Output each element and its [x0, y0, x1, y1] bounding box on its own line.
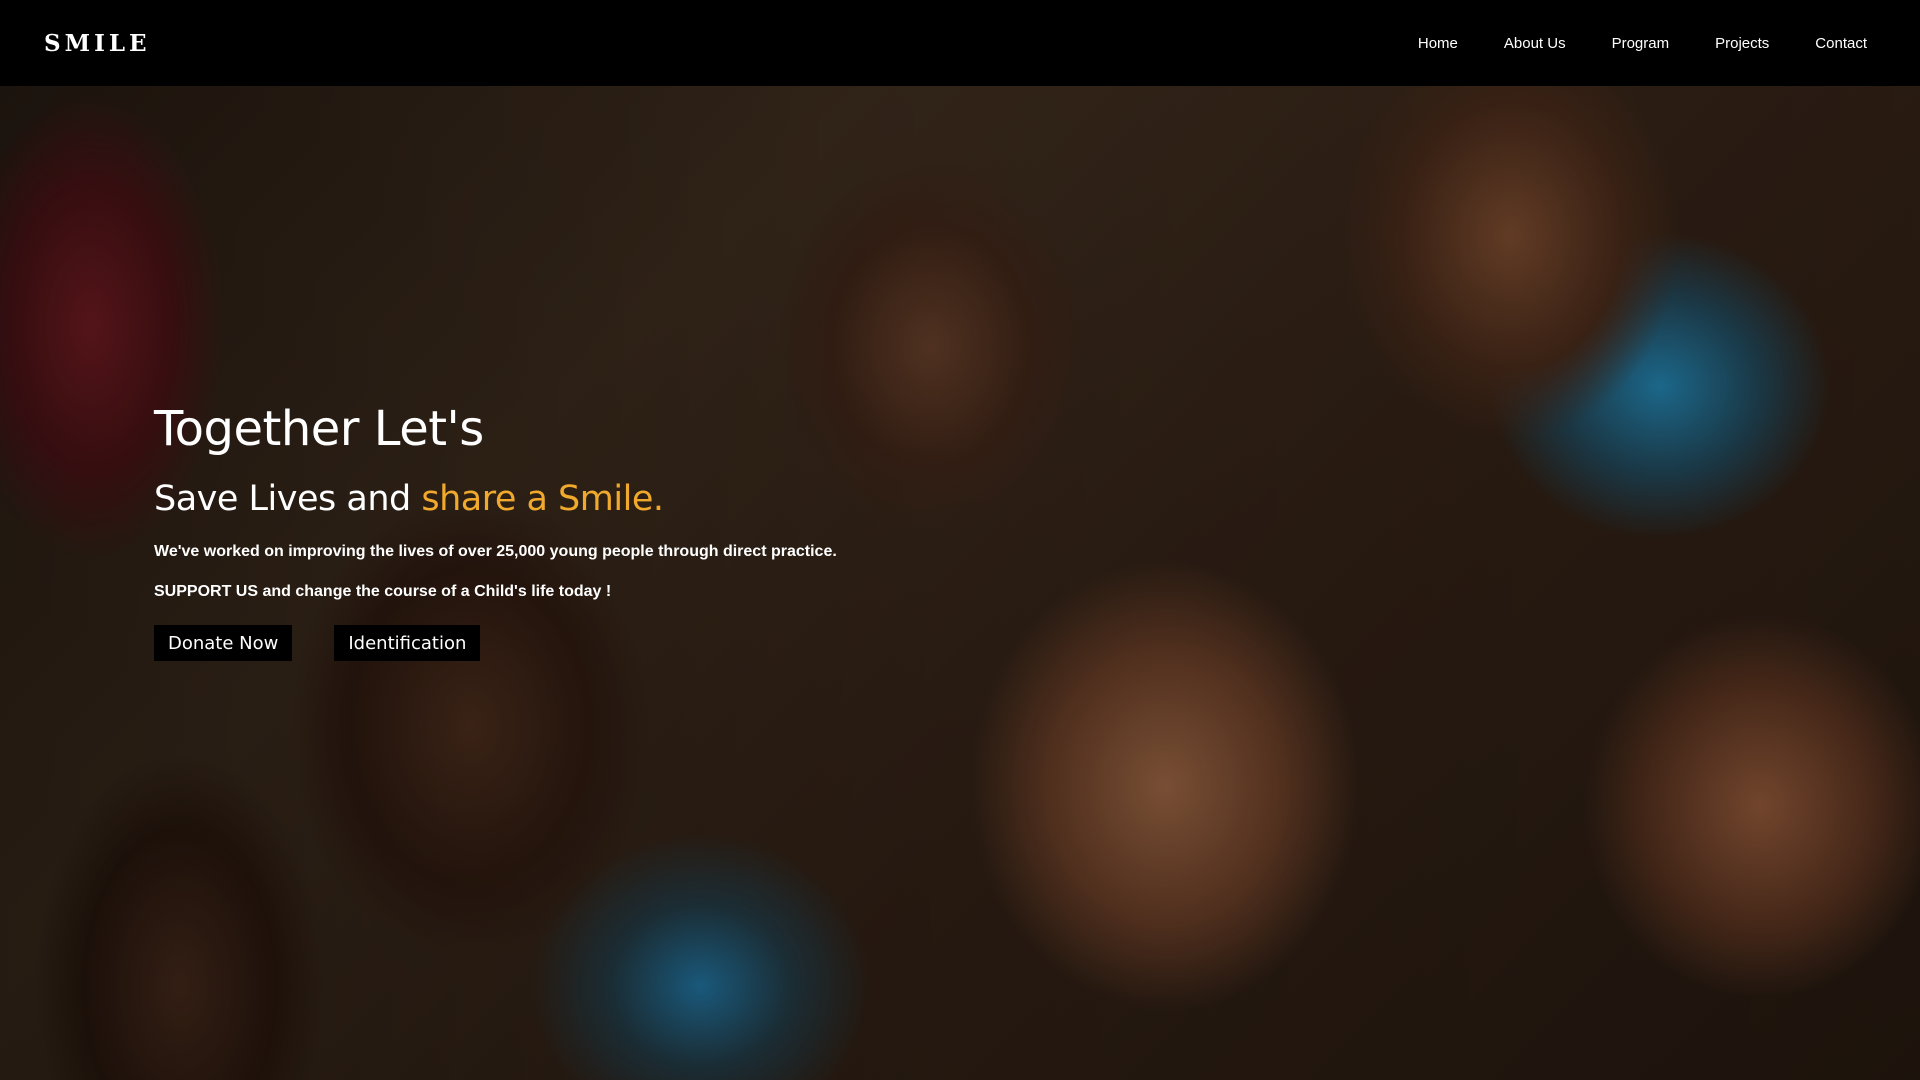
brand-logo[interactable]: SMILE	[44, 30, 151, 57]
nav-link-program[interactable]: Program	[1612, 35, 1670, 52]
top-navbar: SMILE Home About Us Program Projects Con…	[0, 0, 1920, 86]
nav-link-about-us[interactable]: About Us	[1504, 35, 1566, 52]
hero-content: Together Let's Save Lives and share a Sm…	[154, 401, 1054, 662]
nav-link-home[interactable]: Home	[1418, 35, 1458, 52]
hero-title: Together Let's	[154, 401, 484, 457]
hero-description: We've worked on improving the lives of o…	[154, 543, 837, 561]
hero-section: Together Let's Save Lives and share a Sm…	[0, 86, 1920, 1080]
nav-link-contact[interactable]: Contact	[1815, 35, 1867, 52]
hero-call-to-action-text: SUPPORT US and change the course of a Ch…	[154, 583, 612, 601]
identification-button[interactable]: Identification	[334, 625, 481, 662]
hero-subtitle-accent: share a Smile.	[421, 479, 664, 520]
hero-subtitle-prefix: Save Lives and	[154, 479, 422, 520]
nav-link-projects[interactable]: Projects	[1715, 35, 1769, 52]
hero-buttons: Donate Now Identification	[154, 625, 1054, 662]
donate-now-button[interactable]: Donate Now	[154, 625, 293, 662]
hero-subtitle: Save Lives and share a Smile.	[154, 479, 1054, 519]
main-nav: Home About Us Program Projects Contact	[1372, 35, 1867, 52]
